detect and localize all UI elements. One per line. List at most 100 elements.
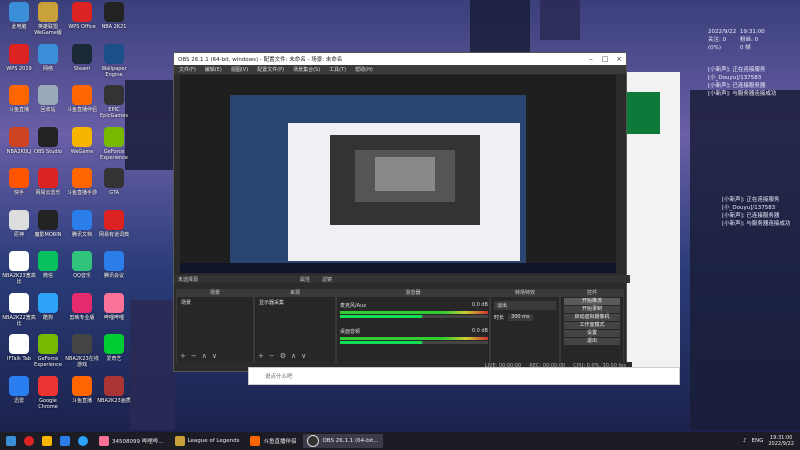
studio-mode-button[interactable]: 工作室模式 — [564, 322, 620, 329]
maximize-icon[interactable]: □ — [598, 55, 612, 63]
chat-room-id: [小_Douyu]/137583 — [708, 75, 762, 81]
duration-label: 时长 — [494, 315, 505, 321]
app-icon — [38, 126, 58, 147]
desktop-icon[interactable]: NBA2K23画质 — [95, 375, 133, 414]
app-icon — [9, 2, 29, 22]
menu-profile[interactable]: 配置文件(P) — [257, 66, 284, 73]
taskbar-app-label: League of Legends — [187, 438, 240, 444]
desktop-icon-label: Google Chrome — [38, 397, 58, 410]
exit-button[interactable]: 退出 — [564, 338, 620, 345]
menu-help[interactable]: 帮助(H) — [355, 66, 373, 73]
netease-taskbar-icon[interactable] — [24, 436, 34, 446]
clock[interactable]: 19:31:00 2022/9/22 — [768, 435, 794, 447]
mixer-track-name: 麦克风/Aux — [340, 303, 367, 309]
desktop-icon[interactable]: OBS Studio — [29, 126, 67, 165]
desktop-icon[interactable]: 网络 — [29, 43, 67, 82]
desktop-icon[interactable]: 哔哩哔哩 — [95, 292, 133, 331]
taskbar-app-active[interactable]: OBS 26.1.1 (64-bit... — [303, 434, 383, 448]
wegame-taskbar-icon[interactable] — [42, 436, 52, 446]
app-icon — [72, 292, 92, 313]
chat-line: [小新声]: 正在连接服务 — [708, 67, 766, 73]
app-taskbar-icon[interactable] — [78, 436, 88, 446]
taskbar-app-label: OBS 26.1.1 (64-bit... — [322, 438, 379, 444]
scene-item[interactable]: 场景 — [177, 297, 253, 308]
close-icon[interactable]: × — [612, 55, 626, 63]
menu-view[interactable]: 视图(V) — [231, 66, 248, 73]
app-icon — [104, 334, 124, 354]
background-building — [690, 90, 800, 430]
desktop-icon-label: 爱奇艺 — [106, 356, 122, 362]
menu-tools[interactable]: 工具(T) — [329, 66, 346, 73]
app-taskbar-icon[interactable] — [60, 436, 70, 446]
desktop-icon-label: GeForce Experience — [34, 356, 62, 368]
desktop-icon[interactable]: GTA — [95, 168, 133, 206]
desktop-icon-label: 网易有道词典 — [98, 231, 129, 238]
desktop-icon[interactable]: 微信 — [29, 251, 67, 289]
taskbar-app[interactable]: 斗鱼直播伴侣 — [246, 434, 300, 448]
desktop-icon[interactable]: 网易云音乐 — [29, 168, 67, 206]
source-item[interactable]: 显示器采集 — [255, 297, 335, 308]
obs-window[interactable]: OBS 26.1.1 (64-bit, windows) - 配置文件: 未命名… — [173, 52, 632, 372]
preview-capture-nested — [375, 157, 435, 191]
obs-menu-bar: 文件(F) 编辑(E) 视图(V) 配置文件(P) 场景集合(S) 工具(T) … — [174, 65, 626, 74]
ime-indicator[interactable]: ENG — [752, 438, 764, 444]
taskbar-app[interactable]: League of Legends — [171, 434, 244, 448]
desktop-icon[interactable]: 腾讯会议 — [95, 251, 133, 289]
desktop-icon[interactable]: Google Chrome — [29, 375, 67, 414]
desktop-icon[interactable]: 回收站 — [29, 85, 67, 123]
chat-input-bar[interactable]: 说点什么吧 — [248, 367, 680, 385]
app-icon — [38, 375, 58, 396]
league-icon — [174, 436, 185, 446]
desktop-icon-label: 魔影MORIN — [34, 231, 62, 238]
menu-file[interactable]: 文件(F) — [179, 66, 196, 73]
transition-select[interactable]: 淡出 — [494, 301, 556, 310]
desktop-icon[interactable]: 英雄联盟 WeGame版 — [29, 2, 67, 40]
settings-button[interactable]: 设置 — [564, 330, 620, 337]
scene-controls[interactable]: +−∧∨ — [180, 352, 222, 360]
menu-edit[interactable]: 编辑(E) — [205, 66, 222, 73]
volume-slider[interactable] — [340, 341, 488, 344]
desktop-icon[interactable]: GeForce Experience — [95, 126, 133, 165]
volume-slider[interactable] — [340, 315, 488, 318]
filters-button[interactable]: 滤镜 — [322, 276, 332, 283]
desktop-icon[interactable]: GeForce Experience — [29, 334, 67, 372]
virtual-camera-button[interactable]: 启动虚拟摄像机 — [564, 314, 620, 321]
desktop-icon[interactable]: 酷狗 — [29, 292, 67, 331]
minimize-icon[interactable]: – — [584, 55, 598, 63]
live-stats: 2022/9/22 关注: 0 (0%) — [708, 28, 736, 52]
desktop-icon[interactable]: 网易有道词典 — [95, 209, 133, 248]
source-controls[interactable]: +−⚙∧∨ — [258, 352, 311, 360]
source-toolbar: 未选择源 属性 滤镜 — [174, 275, 630, 283]
desktop-icon[interactable]: Wallpaper Engine — [95, 43, 133, 82]
desktop-icon[interactable]: 爱奇艺 — [95, 334, 133, 372]
stat-frames: 0 帧 — [740, 45, 751, 51]
menu-scene-collection[interactable]: 场景集合(S) — [293, 66, 320, 73]
obs-preview[interactable] — [180, 75, 616, 273]
properties-button[interactable]: 属性 — [300, 276, 310, 283]
transitions-title: 转场特效 — [491, 290, 559, 297]
start-recording-button[interactable]: 开始录制 — [564, 306, 620, 313]
start-icon[interactable] — [6, 436, 16, 446]
app-icon — [72, 251, 92, 271]
volume-icon[interactable]: ♪ — [743, 438, 747, 444]
taskbar-app[interactable]: 34508099 哔哩哔... — [95, 434, 168, 448]
desktop-icon-label: Wallpaper Engine — [101, 65, 127, 78]
desktop-icon-label: EPIC EpicGames — [100, 107, 128, 119]
start-streaming-button[interactable]: 开始推流 — [564, 298, 620, 305]
desktop-icon[interactable]: 魔影MORIN — [29, 209, 67, 248]
obs-icon — [307, 435, 320, 447]
desktop-icon-label: 网易云音乐 — [35, 190, 61, 196]
desktop-icon[interactable]: NBA 2K21 — [95, 2, 133, 40]
background-building — [130, 300, 175, 430]
app-icon — [38, 43, 58, 64]
chat-room-id: [小_Douyu]/137583 — [722, 205, 776, 211]
system-tray: ♪ ENG 19:31:00 2022/9/22 — [743, 435, 800, 447]
duration-input[interactable]: 300 ms — [508, 314, 533, 321]
app-icon — [72, 2, 92, 22]
desktop-icon[interactable]: EPIC EpicGames — [95, 85, 133, 123]
app-icon — [9, 375, 29, 396]
background-building — [540, 0, 580, 40]
mixer-dock: 混音器 麦克风/Aux 0.0 dB 桌面音频 0.0 dB — [336, 289, 490, 363]
app-icon — [104, 43, 124, 64]
obs-title-bar[interactable]: OBS 26.1.1 (64-bit, windows) - 配置文件: 未命名… — [174, 53, 626, 65]
